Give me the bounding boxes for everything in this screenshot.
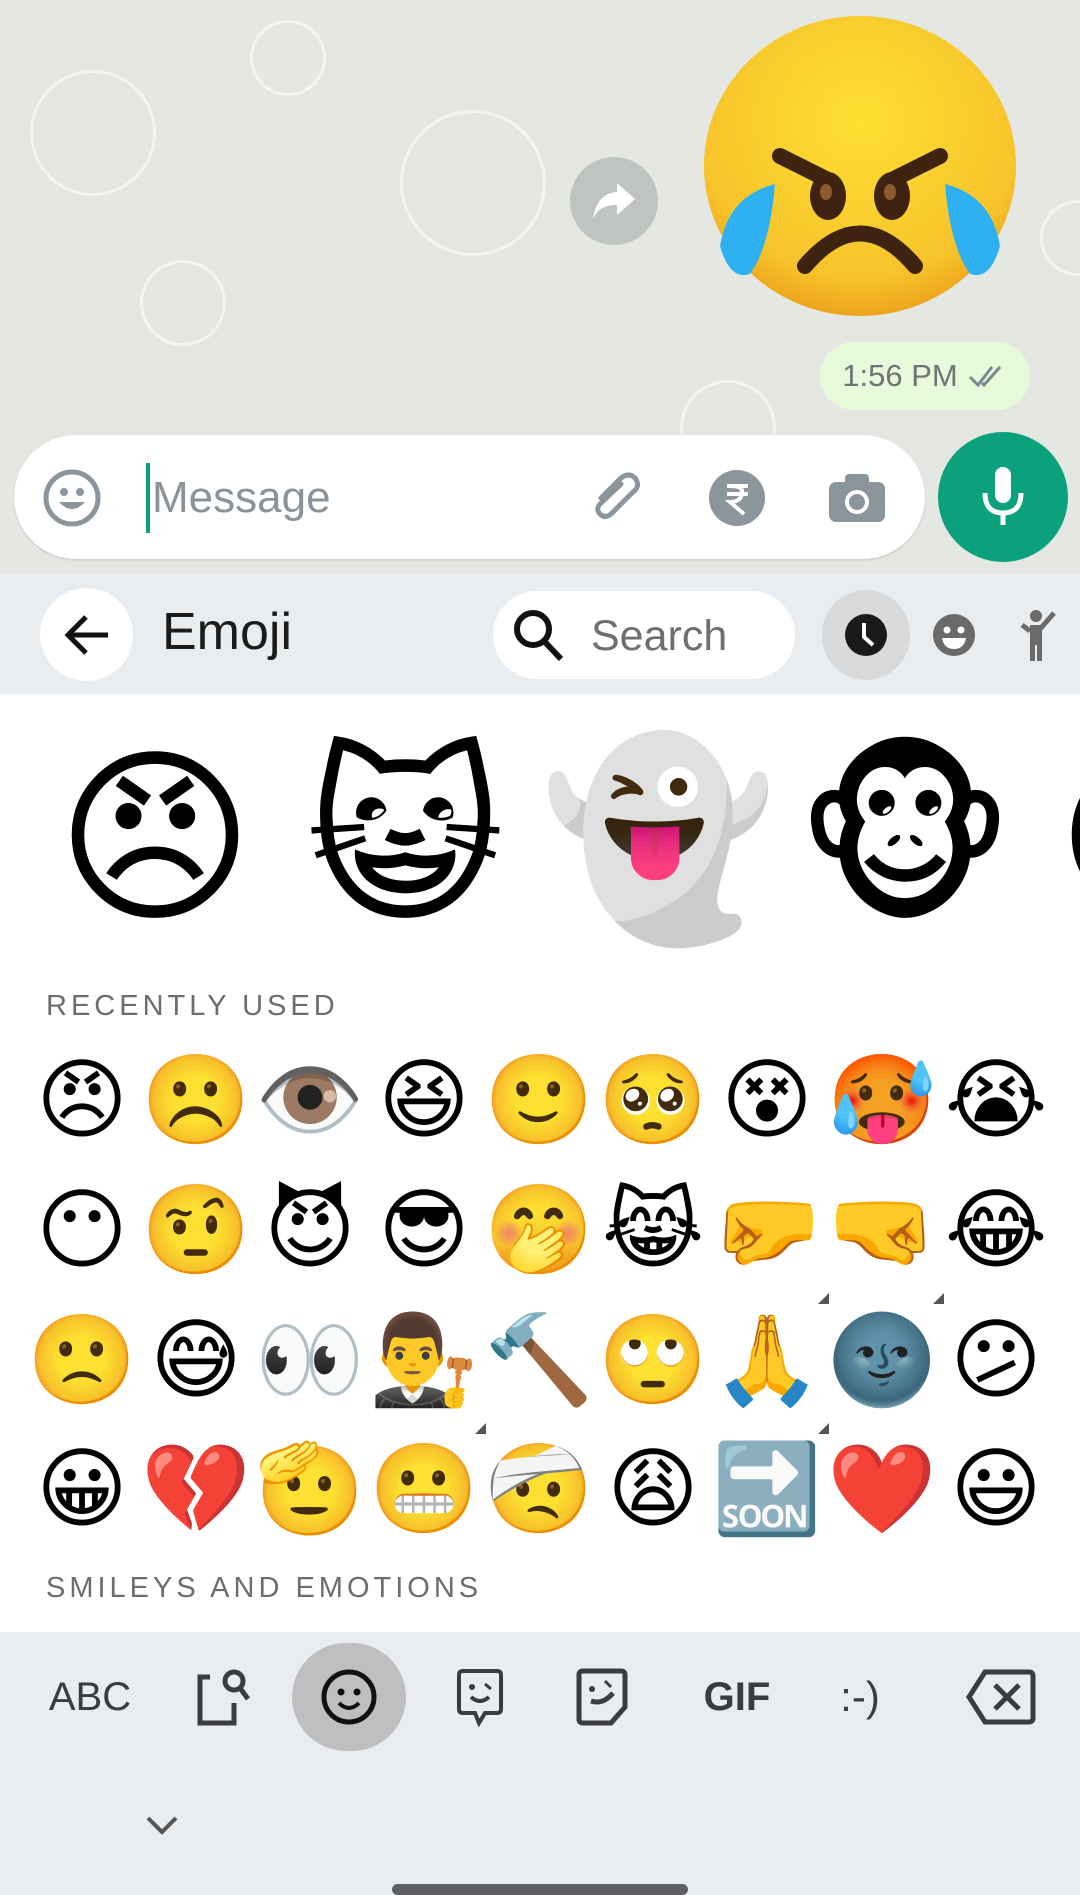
message-input[interactable] (150, 455, 554, 541)
emoji-cell[interactable]: 👨‍⚖️ (368, 1304, 486, 1434)
emoji-toggle-icon[interactable] (42, 468, 102, 528)
emoji-cell[interactable]: 😬 (368, 1433, 480, 1545)
hide-keyboard-chevron-icon[interactable] (142, 1810, 182, 1840)
emoji-cell[interactable]: 🙂 (483, 1044, 595, 1156)
wallpaper-doodle (1040, 200, 1080, 276)
emoji-cell[interactable]: 🤛 (711, 1174, 829, 1304)
wallpaper-doodle (250, 20, 326, 96)
emoji-cell[interactable]: 😠 (26, 1044, 138, 1156)
section-label-recent: RECENTLY USED (46, 990, 339, 1022)
emoji-cell[interactable]: 😈 (254, 1174, 366, 1286)
skin-tone-variant-indicator (933, 1293, 944, 1304)
emoji-panel-body: 😠 😺 👻 🐵 😍 RECENTLY USED 😠☹️👁️😆🙂🥺😵🥵😭😶🤨😈😎🤭… (0, 694, 1080, 1632)
skin-tone-variant-indicator (818, 1293, 829, 1304)
emoji-cell[interactable]: 🤕 (483, 1433, 595, 1545)
system-nav-area (0, 1760, 1080, 1895)
camera-button[interactable] (822, 463, 892, 533)
emoji-kitchen-icon (457, 1669, 503, 1727)
abc-button[interactable]: ABC (40, 1652, 140, 1742)
emoji-cell[interactable]: 🔨 (483, 1304, 595, 1416)
emoji-search-button[interactable] (184, 1652, 264, 1742)
double-check-read-icon (968, 366, 1001, 388)
emoticon-button[interactable]: :-) (820, 1652, 900, 1742)
clock-icon (845, 614, 887, 656)
emoji-cell[interactable]: 😀 (26, 1433, 138, 1545)
payment-button[interactable] (702, 463, 772, 533)
sticker-button[interactable] (562, 1652, 642, 1742)
emoji-cell[interactable]: 🌚 (826, 1304, 938, 1416)
emoji-search[interactable] (493, 591, 795, 679)
emoji-cell[interactable]: 😕 (940, 1304, 1052, 1416)
emoji-tab-button[interactable] (292, 1643, 406, 1751)
emoji-cell[interactable]: 😩 (597, 1433, 709, 1545)
kitchen-suggestion[interactable]: 🐵 (790, 724, 1020, 954)
message-timestamp: 1:56 PM (842, 358, 958, 393)
kitchen-suggestion[interactable]: 😺 (290, 724, 520, 954)
wallpaper-doodle (140, 260, 226, 346)
emoji-cell[interactable]: 🤨 (140, 1174, 252, 1286)
category-recent[interactable] (822, 590, 910, 680)
backspace-button[interactable] (956, 1652, 1046, 1742)
emoji-kitchen-button[interactable] (440, 1652, 520, 1742)
emoji-cell[interactable]: 😂 (940, 1174, 1052, 1286)
mic-icon (982, 467, 1024, 525)
emoji-cell[interactable]: 😶 (26, 1174, 138, 1286)
message-composer (14, 435, 925, 559)
smiley-icon (933, 614, 975, 656)
emoji-cell[interactable]: 😅 (140, 1304, 252, 1416)
emoji-search-icon (197, 1669, 251, 1726)
category-smileys[interactable] (910, 590, 998, 680)
emoji-cell[interactable]: 🔜 (711, 1433, 823, 1545)
emoji-cell[interactable]: 😆 (368, 1044, 480, 1156)
camera-icon (829, 474, 885, 522)
emoji-cell[interactable]: 🙁 (26, 1304, 138, 1416)
backspace-icon (966, 1669, 1036, 1725)
forward-icon (593, 183, 635, 219)
wallpaper-doodle (400, 110, 546, 256)
arrow-left-icon (63, 614, 108, 655)
keyboard-mode-bar: ABC GIF :-) (12, 1632, 1068, 1760)
emoji-cell[interactable]: 🫡 (254, 1433, 366, 1545)
paperclip-icon (595, 472, 641, 519)
emoji-cell[interactable]: 😃 (940, 1433, 1052, 1545)
emoji-search-input[interactable] (589, 601, 783, 671)
home-gesture-handle[interactable] (392, 1884, 688, 1895)
forward-button[interactable] (570, 157, 658, 245)
voice-message-button[interactable] (938, 432, 1068, 562)
category-people[interactable] (996, 590, 1080, 680)
emoji-icon (321, 1669, 377, 1725)
sent-sticker-angry-crying-face[interactable] (700, 16, 1020, 320)
kitchen-suggestion[interactable]: 😠 (40, 724, 270, 954)
section-label-smileys: SMILEYS AND EMOTIONS (46, 1572, 483, 1604)
emoji-cell[interactable]: 😵 (711, 1044, 823, 1156)
person-waving-icon (1020, 610, 1056, 661)
emoji-cell[interactable]: 😹 (597, 1174, 709, 1286)
emoji-cell[interactable]: ❤️ (826, 1433, 938, 1545)
emoji-cell[interactable]: ☹️ (140, 1044, 252, 1156)
attach-button[interactable] (582, 463, 652, 533)
kitchen-suggestion[interactable]: 😍 (1040, 724, 1080, 954)
sticker-icon (576, 1668, 628, 1726)
emoji-cell[interactable]: 🥺 (597, 1044, 709, 1156)
panel-title: Emoji (162, 603, 293, 661)
emoji-cell[interactable]: 😎 (368, 1174, 480, 1286)
emoji-cell[interactable]: 👁️ (254, 1044, 366, 1156)
emoji-cell[interactable]: 🤜 (826, 1174, 944, 1304)
wallpaper-doodle (30, 70, 156, 196)
emoji-cell[interactable]: 🤭 (483, 1174, 595, 1286)
gif-button[interactable]: GIF (692, 1652, 782, 1742)
kitchen-suggestion[interactable]: 👻 (540, 724, 777, 954)
emoji-cell[interactable]: 🙏 (711, 1304, 829, 1434)
emoji-cell[interactable]: 👀 (254, 1304, 366, 1416)
emoji-panel-header: Emoji (0, 574, 1080, 694)
emoji-cell[interactable]: 😭 (940, 1044, 1052, 1156)
message-meta: 1:56 PM (820, 342, 1030, 410)
search-icon (514, 610, 564, 662)
rupee-icon (709, 470, 765, 526)
emoji-cell[interactable]: 🥵 (826, 1044, 938, 1156)
back-button[interactable] (40, 588, 133, 681)
emoji-cell[interactable]: 🙄 (597, 1304, 709, 1416)
emoji-cell[interactable]: 💔 (140, 1433, 252, 1545)
chat-area: 1:56 PM (0, 0, 1080, 574)
